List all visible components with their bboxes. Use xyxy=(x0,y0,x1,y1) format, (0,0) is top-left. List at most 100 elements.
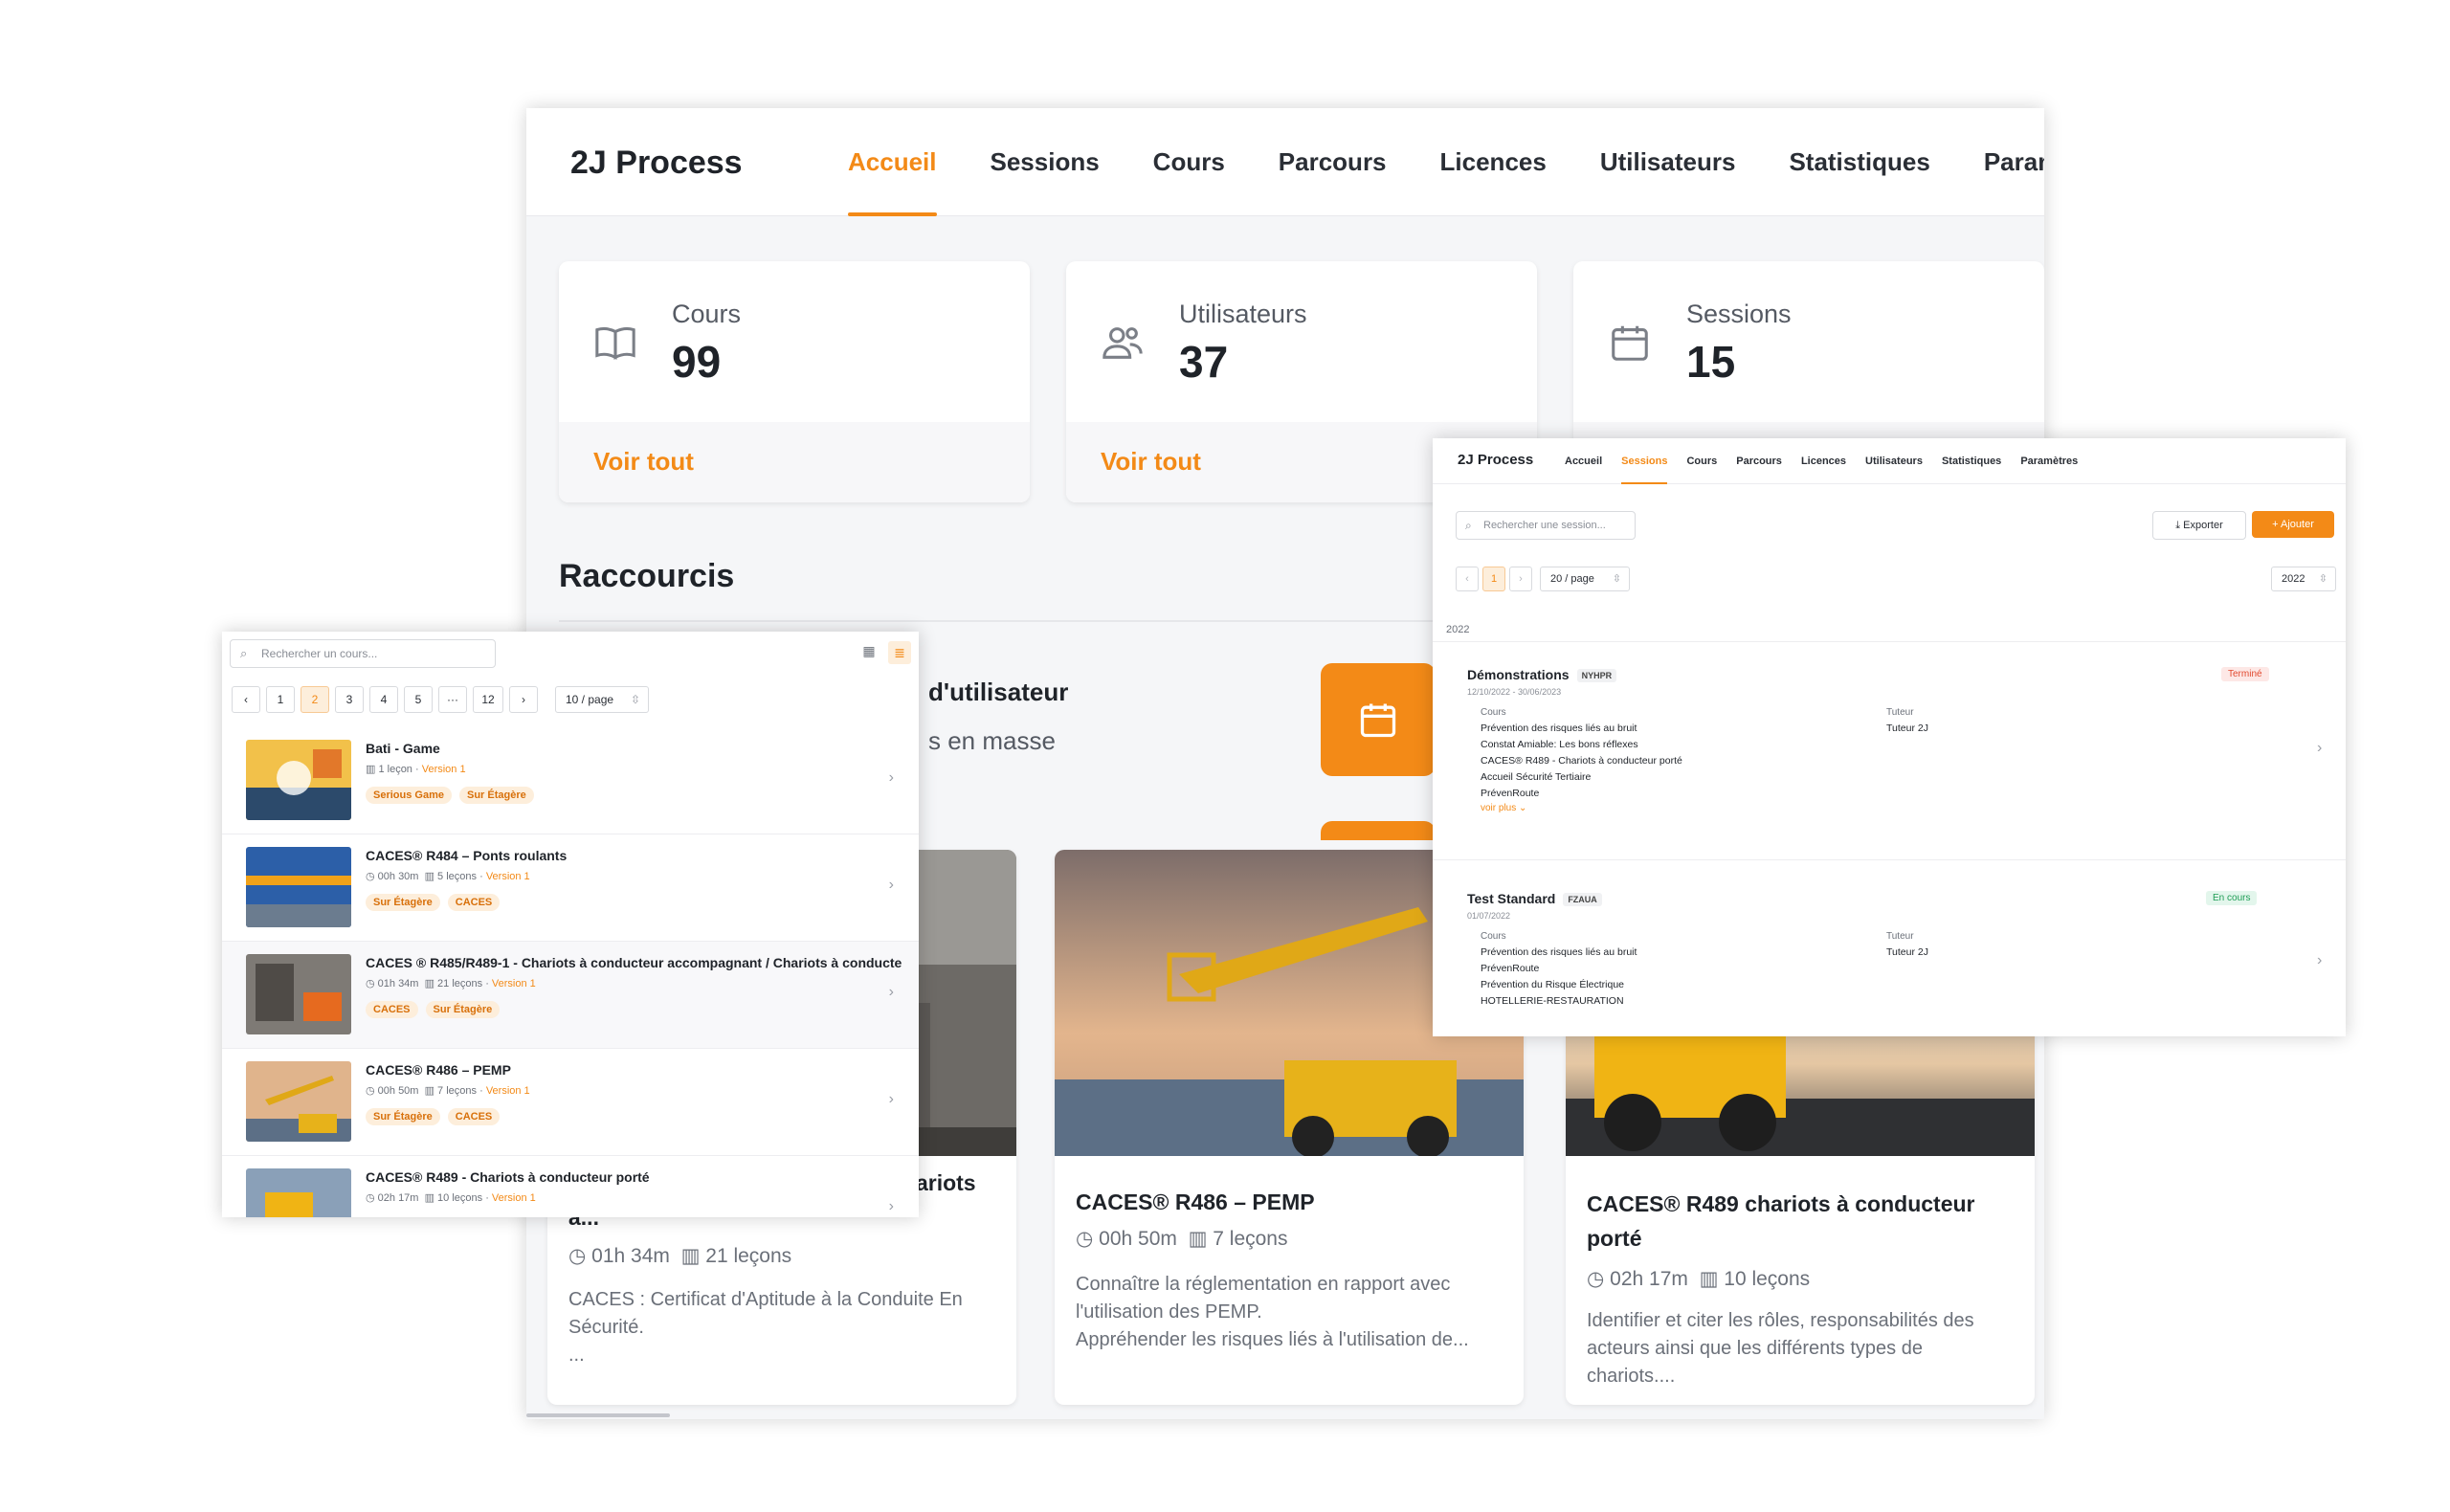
course-meta: ▥ 1 leçon · Version 1 xyxy=(366,764,466,775)
chevron-right-icon[interactable]: › xyxy=(889,769,894,787)
grid-view-icon[interactable]: ▦ xyxy=(859,643,879,662)
year-select[interactable]: 2022 ⇳ xyxy=(2271,567,2336,591)
brand-logo: 2J Process xyxy=(1458,452,1534,468)
tab-parcours[interactable]: Parcours xyxy=(1252,108,1414,216)
course-thumbnail xyxy=(246,954,351,1034)
page-size-select[interactable]: 10 / page ⇳ xyxy=(555,686,649,713)
year-heading: 2022 xyxy=(1446,624,1470,635)
voir-tout-link[interactable]: Voir tout xyxy=(1101,447,1201,477)
page-button[interactable]: 12 xyxy=(473,686,503,713)
page-button[interactable]: 4 xyxy=(369,686,398,713)
shortcut-button[interactable] xyxy=(1321,821,1436,840)
session-course: Accueil Sécurité Tertiaire xyxy=(1481,771,1592,783)
tab-cours[interactable]: Cours xyxy=(1126,108,1252,216)
tab-accueil[interactable]: Accueil xyxy=(821,108,964,216)
session-dates: 12/10/2022 - 30/06/2023 xyxy=(1467,687,1562,697)
course-list-item[interactable]: Bati - Game ▥ 1 leçon · Version 1 Seriou… xyxy=(222,727,919,834)
book-icon: ▥ xyxy=(424,978,438,989)
column-header-tuteur: Tuteur xyxy=(1886,707,1914,718)
tab-cours[interactable]: Cours xyxy=(1677,438,1726,484)
tab-utilisateurs[interactable]: Utilisateurs xyxy=(1573,108,1763,216)
next-page-button[interactable]: › xyxy=(1509,567,1532,591)
session-item[interactable]: Test Standard FZAUA 01/07/2022 En cours C… xyxy=(1433,859,2346,1036)
chevron-down-icon: ⌄ xyxy=(1519,803,1527,813)
tab-parcours[interactable]: Parcours xyxy=(1726,438,1792,484)
search-course-input[interactable]: ⌕ Rechercher un cours... xyxy=(230,639,496,668)
column-header-tuteur: Tuteur xyxy=(1886,931,1914,942)
courses-list-window: ⌕ Rechercher un cours... ▦ ≣ ‹ 1 2 3 4 5… xyxy=(222,632,919,1217)
next-page-button[interactable]: › xyxy=(509,686,538,713)
lessons-icon: ▥ xyxy=(1188,1228,1214,1250)
tab-parametres[interactable]: Paramè xyxy=(1957,108,2044,216)
session-course: PrévenRoute xyxy=(1481,963,1540,974)
tag: CACES xyxy=(366,1001,418,1018)
horizontal-scrollbar[interactable] xyxy=(526,1413,670,1417)
session-item[interactable]: Démonstrations NYHPR 12/10/2022 - 30/06/2… xyxy=(1433,641,2346,859)
list-view-icon[interactable]: ≣ xyxy=(888,641,911,664)
chevron-right-icon[interactable]: › xyxy=(2317,740,2322,757)
course-list-item[interactable]: CACES® R486 – PEMP ◷ 00h 50m ▥ 7 leçons … xyxy=(222,1049,919,1156)
tag: Serious Game xyxy=(366,787,452,804)
session-course: Constat Amiable: Les bons réflexes xyxy=(1481,739,1638,750)
course-thumbnail xyxy=(246,1168,351,1217)
stat-label: Utilisateurs xyxy=(1179,300,1307,328)
tab-licences[interactable]: Licences xyxy=(1414,108,1573,216)
shortcuts-title: Raccourcis xyxy=(559,558,735,594)
session-course: Prévention du Risque Électrique xyxy=(1481,979,1625,990)
page-button-current[interactable]: 2 xyxy=(301,686,329,713)
voir-plus-link[interactable]: voir plus ⌄ xyxy=(1481,803,1526,813)
tab-licences[interactable]: Licences xyxy=(1792,438,1856,484)
course-meta: ◷ 02h 17m ▥ 10 leçons · Version 1 xyxy=(366,1192,536,1204)
voir-tout-link[interactable]: Voir tout xyxy=(593,447,694,477)
add-session-button[interactable]: + Ajouter xyxy=(2252,511,2334,538)
course-list-item[interactable]: CACES® R484 – Ponts roulants ◷ 00h 30m ▥… xyxy=(222,834,919,942)
tag-list: CACES Sur Étagère xyxy=(366,1001,501,1018)
page-ellipsis[interactable]: ··· xyxy=(438,686,467,713)
status-badge: En cours xyxy=(2206,891,2258,905)
sessions-window: 2J Process Accueil Sessions Cours Parcou… xyxy=(1433,438,2346,1036)
stat-value: 15 xyxy=(1686,337,1736,387)
course-list-item[interactable]: CACES® R489 - Chariots à conducteur port… xyxy=(222,1156,919,1217)
search-session-input[interactable]: ⌕ Rechercher une session... xyxy=(1456,511,1636,540)
page-size-select[interactable]: 20 / page ⇳ xyxy=(1540,567,1630,591)
export-button[interactable]: ⤓ Exporter xyxy=(2152,511,2246,540)
tag: Sur Étagère xyxy=(366,894,440,911)
prev-page-button[interactable]: ‹ xyxy=(1456,567,1479,591)
clock-icon: ◷ xyxy=(1587,1268,1611,1290)
chevron-right-icon[interactable]: › xyxy=(889,877,894,894)
stat-value: 37 xyxy=(1179,337,1229,387)
chevron-right-icon[interactable]: › xyxy=(889,1198,894,1215)
column-header-cours: Cours xyxy=(1481,707,1506,718)
top-navbar: 2J Process Accueil Sessions Cours Parcou… xyxy=(526,108,2044,216)
plus-icon: + xyxy=(2272,519,2281,530)
tab-statistiques[interactable]: Statistiques xyxy=(1932,438,2011,484)
tab-statistiques[interactable]: Statistiques xyxy=(1762,108,1956,216)
course-list-item[interactable]: CACES ® R485/R489-1 - Chariots à conduct… xyxy=(222,942,919,1049)
book-icon: ▥ xyxy=(366,764,379,775)
clock-icon: ◷ xyxy=(366,1085,378,1097)
shortcut-sessions-button[interactable] xyxy=(1321,663,1436,776)
chevron-right-icon[interactable]: › xyxy=(889,984,894,1001)
book-icon: ▥ xyxy=(424,871,438,882)
chevron-right-icon[interactable]: › xyxy=(889,1091,894,1108)
tab-utilisateurs[interactable]: Utilisateurs xyxy=(1856,438,1932,484)
tab-sessions[interactable]: Sessions xyxy=(964,108,1126,216)
course-meta: ◷ 00h 50m ▥ 7 leçons xyxy=(1076,1228,1288,1250)
page-button[interactable]: 1 xyxy=(1482,567,1505,591)
course-title: CACES® R489 - Chariots à conducteur port… xyxy=(366,1169,650,1185)
course-description-more: ... xyxy=(568,1345,585,1366)
search-icon: ⌕ xyxy=(240,646,248,660)
session-name: Démonstrations NYHPR xyxy=(1467,667,1617,683)
tab-sessions[interactable]: Sessions xyxy=(1612,438,1677,484)
prev-page-button[interactable]: ‹ xyxy=(232,686,260,713)
tab-parametres[interactable]: Paramètres xyxy=(2011,438,2087,484)
tab-accueil[interactable]: Accueil xyxy=(1555,438,1612,484)
top-navbar: 2J Process Accueil Sessions Cours Parcou… xyxy=(1433,438,2346,484)
chevron-right-icon[interactable]: › xyxy=(2317,952,2322,969)
course-meta: ◷ 00h 50m ▥ 7 leçons · Version 1 xyxy=(366,1085,530,1097)
page-button[interactable]: 5 xyxy=(404,686,433,713)
page-button[interactable]: 1 xyxy=(266,686,295,713)
tag: Sur Étagère xyxy=(458,787,534,804)
course-description-more: Appréhender les risques liés à l'utilisa… xyxy=(1076,1329,1469,1350)
page-button[interactable]: 3 xyxy=(335,686,364,713)
